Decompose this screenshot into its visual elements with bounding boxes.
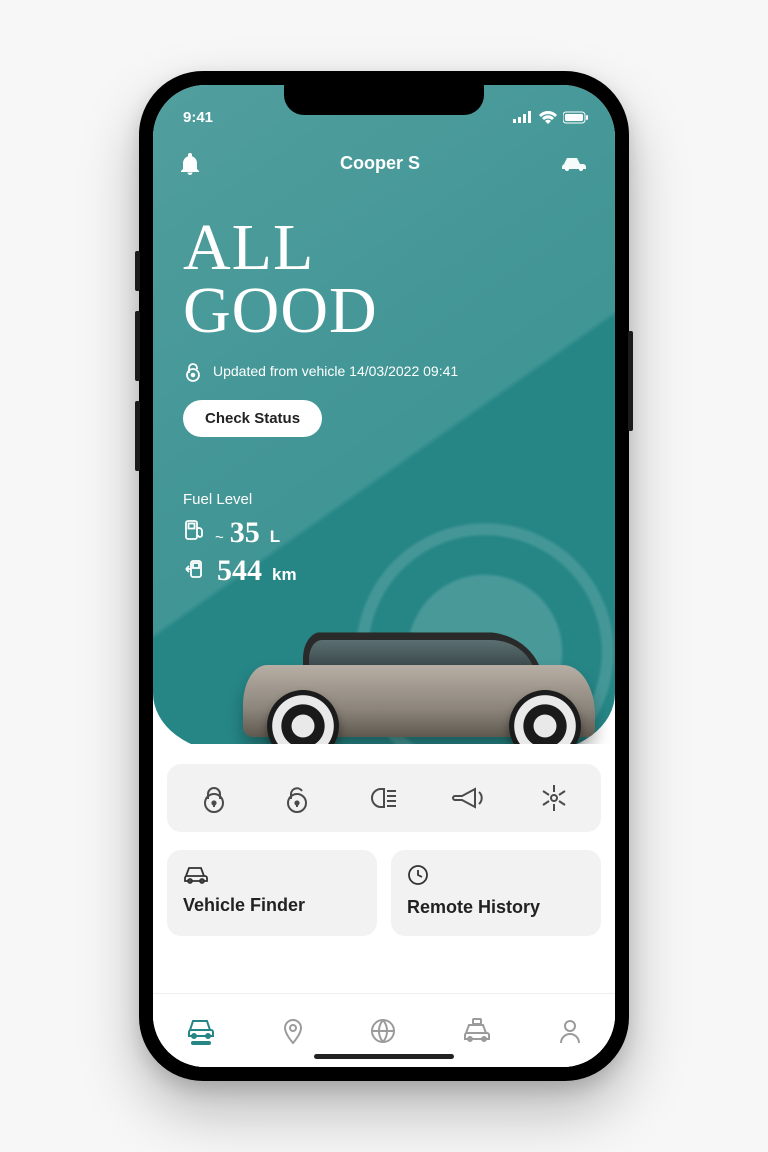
tab-service-car-icon <box>462 1018 492 1044</box>
status-hero: ALL GOOD Updated from vehicle 14/03/2022… <box>153 175 615 437</box>
fuel-litres-value: 35 <box>230 516 260 550</box>
fuel-pump-icon <box>183 518 205 542</box>
signal-icon <box>513 111 533 123</box>
vehicle-finder-title: Vehicle Finder <box>183 895 361 916</box>
remote-history-card[interactable]: Remote History <box>391 850 601 936</box>
fuel-range-unit: km <box>272 565 297 585</box>
tab-profile[interactable] <box>558 1018 582 1044</box>
status-time: 9:41 <box>183 109 213 126</box>
climate-button[interactable] <box>539 783 569 813</box>
check-status-button[interactable]: Check Status <box>183 400 322 437</box>
fuel-label: Fuel Level <box>183 491 585 508</box>
vehicle-selector-icon[interactable] <box>559 154 589 172</box>
home-indicator <box>314 1054 454 1059</box>
fuel-range-icon <box>183 558 207 580</box>
lights-button[interactable] <box>365 785 399 811</box>
tab-explore[interactable] <box>370 1018 396 1044</box>
tab-map[interactable] <box>282 1017 304 1045</box>
horn-button[interactable] <box>452 786 486 810</box>
fuel-litres-unit: L <box>270 527 280 547</box>
tab-profile-icon <box>558 1018 582 1044</box>
clock-icon <box>407 864 429 886</box>
updated-text: Updated from vehicle 14/03/2022 09:41 <box>213 363 458 379</box>
remote-history-title: Remote History <box>407 897 585 918</box>
vehicle-finder-card[interactable]: Vehicle Finder <box>167 850 377 936</box>
lock-button[interactable] <box>199 782 229 814</box>
fuel-range-value: 544 <box>217 554 262 588</box>
app-header: Cooper S <box>153 131 615 175</box>
tab-service[interactable] <box>462 1018 492 1044</box>
vehicle-image <box>153 592 615 762</box>
notifications-bell-icon[interactable] <box>179 151 201 175</box>
lock-status-icon <box>183 360 203 382</box>
tab-vehicle-icon <box>186 1017 216 1039</box>
remote-actions-bar <box>167 764 601 832</box>
car-outline-icon <box>183 864 209 884</box>
battery-icon <box>563 111 589 124</box>
wifi-icon <box>539 111 557 124</box>
vehicle-name-title: Cooper S <box>340 153 420 174</box>
tab-vehicle[interactable] <box>186 1017 216 1045</box>
unlock-button[interactable] <box>282 782 312 814</box>
tab-globe-icon <box>370 1018 396 1044</box>
status-headline: ALL GOOD <box>183 217 585 342</box>
tab-map-pin-icon <box>282 1017 304 1045</box>
